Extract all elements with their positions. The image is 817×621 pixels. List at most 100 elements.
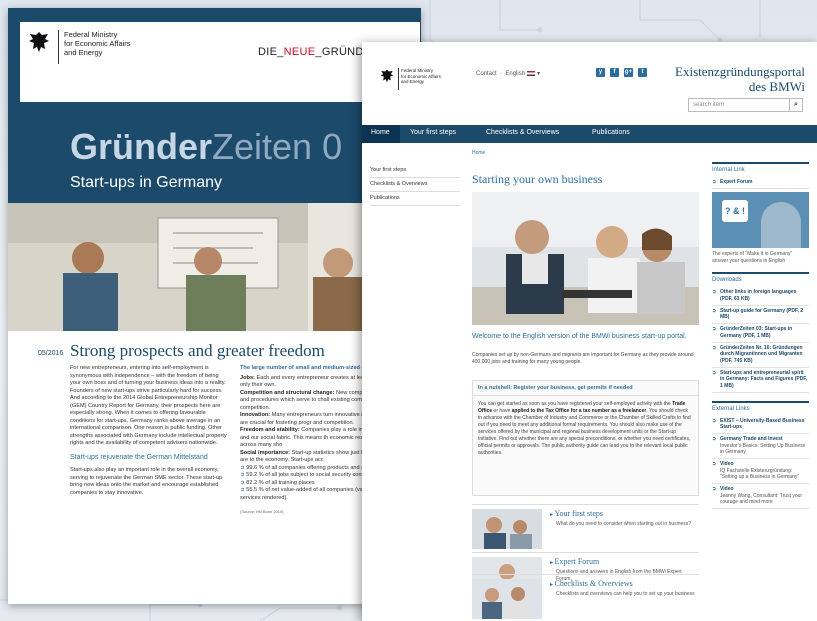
teaser-text: What do you need to consider when starti… [556,521,692,527]
sidebar-item-checklists[interactable]: Checklists & Overviews [370,178,460,192]
issue-date: 05/2016 [38,350,64,357]
article-column-1: For new entrepreneurs, entering into sel… [70,365,230,503]
main-navigation: Home Your first steps Checklists & Overv… [362,125,817,143]
right-sidebar: Internal Link Expert Forum ? & ! The exp… [712,162,809,517]
downloads-box: Downloads Other links in foreign languag… [712,272,809,393]
left-sidebar-nav: Your first steps Checklists & Overviews … [370,164,460,206]
portal-title-line-1: Existenzgründungsportal [675,64,805,79]
item-label: Competition and structural change: [240,389,335,396]
nutshell-heading: In a nutshell: Register your business, g… [473,381,698,396]
facebook-icon[interactable]: f [610,68,619,77]
teaser-image [472,579,542,619]
teaser-image [472,509,542,549]
search-input[interactable]: search item ⌕ [688,98,803,112]
contact-link[interactable]: Contact [476,71,497,77]
twitter-icon[interactable]: t [638,68,647,77]
teaser-checklists[interactable]: Checklists & Overviews Checklists and ov… [472,574,699,619]
hero-photo [472,192,699,325]
download-link[interactable]: GründerZeiten 03: Start-ups in Germany (… [712,324,809,344]
nav-item-first-steps[interactable]: Your first steps [410,129,456,136]
nav-item-checklists[interactable]: Checklists & Overviews [486,129,559,136]
nav-item-publications[interactable]: Publications [592,129,630,136]
item-label: Social importance: [240,449,291,456]
brand-highlight: NEUE [283,46,316,58]
external-link-subtitle: IQ Fachstelle Existenzgründung: "Setting… [720,467,800,480]
page-title: Starting your own business [472,172,603,186]
article-paragraph: For new entrepreneurs, entering into sel… [70,365,227,446]
external-link-title[interactable]: EXIST – University-Based Business Start-… [720,418,804,430]
item-label: Freedom and stability: [240,427,300,433]
download-link[interactable]: Other links in foreign languages (PDF, 6… [712,287,809,306]
sidebar-item-publications[interactable]: Publications [370,192,460,206]
article-paragraph: Start-ups also play an important role in… [70,467,223,496]
sidebar-link-expert-forum[interactable]: Expert Forum [712,177,809,190]
ministry-divider [58,30,62,64]
welcome-text: Companies set up by non-Germans and migr… [472,352,694,365]
federal-eagle-icon [29,32,49,52]
nav-item-home[interactable]: Home [371,129,390,136]
external-links-box: External Links EXIST – University-Based … [712,400,809,510]
article-subheading: Start-ups rejuvenate the German Mittelst… [70,453,208,461]
external-link-subtitle: Jeanny Wang, Consultant: Trust your cour… [720,492,803,505]
external-link[interactable]: EXIST – University-Based Business Start-… [712,416,809,435]
expert-forum-image[interactable]: ? & ! [712,192,809,249]
ministry-divider [398,68,399,90]
magazine-cover-photo [8,203,421,331]
portal-title: Existenzgründungsportal des BMWi [675,64,805,94]
magazine-document: Federal Ministry for Economic Affairs an… [8,8,421,604]
flag-icon [527,70,536,76]
nutshell-emphasis: applied to the Tax Office for a tax numb… [511,408,647,414]
external-link-subtitle: Investor's Basics: Setting Up Business i… [720,442,806,456]
breadcrumb[interactable]: Home [472,150,485,156]
sidebar-heading: External Links [712,405,750,412]
external-link-title[interactable]: Video [720,486,734,492]
expert-forum-badge: ? & ! [722,200,748,223]
sidebar-heading: Internal Link [712,167,745,173]
ministry-line-3: and Energy [401,79,425,84]
internal-link-box: Internal Link Expert Forum ? & ! The exp… [712,162,809,264]
article-heading: Strong prospects and greater freedom [70,341,325,360]
teaser-title[interactable]: Checklists & Overviews [550,579,633,588]
download-link[interactable]: Start-ups and entrepreneurial spirit in … [712,368,809,393]
external-link-title[interactable]: Video [720,461,734,467]
title-bold: Gründer [70,126,213,167]
external-link[interactable]: VideoIQ Fachstelle Existenzgründung: "Se… [712,459,809,485]
download-link[interactable]: GründerZeiten Nr. 16: Gründungen durch M… [712,343,809,368]
external-link[interactable]: VideoJeanny Wang, Consultant: Trust your… [712,484,809,510]
google-plus-icon[interactable]: g+ [624,68,633,77]
title-light: Zeiten 0 [212,126,343,167]
language-selector[interactable]: English [505,71,525,77]
portal-title-line-2: des BMWi [748,79,805,94]
chevron-down-icon[interactable]: ▾ [537,71,540,77]
item-label: Jobs: [240,374,255,381]
nutshell-text: You can get started as soon as you have … [473,396,698,462]
magazine-title: GründerZeiten 0 [70,126,342,168]
magazine-subtitle: Start-ups in Germany [70,174,223,191]
external-link-title[interactable]: Germany Trade and Invest [720,436,783,442]
welcome-heading: Welcome to the English version of the BM… [472,333,687,340]
youtube-icon[interactable]: y [596,68,605,77]
ministry-line-1: Federal Ministry [64,30,118,39]
teaser-title[interactable]: Expert Forum [550,557,600,566]
ministry-line-2: for Economic Affairs [64,39,131,48]
site-ministry-name: Federal Ministry for Economic Affairs an… [401,68,461,85]
brand-prefix: DIE_ [258,46,284,58]
federal-eagle-icon [380,69,394,83]
sidebar-heading: Downloads [712,277,742,284]
search-icon[interactable]: ⌕ [789,99,802,111]
item-label: Innovation: [240,412,271,418]
website-screenshot: Federal Ministry for Economic Affairs an… [362,42,817,621]
nutshell-text-part: or have [492,408,512,414]
nutshell-text-part: You can get started as soon as you have … [478,401,673,407]
utility-links: Contact · English ▾ [476,70,541,77]
teaser-text: Checklists and overviews can help you to… [556,591,695,597]
sidebar-item-first-steps[interactable]: Your first steps [370,164,460,178]
download-link[interactable]: Start-up guide for Germany (PDF, 2 MB) [712,306,809,325]
nutshell-text-part: . You should check in advance with the C… [478,408,691,456]
teaser-title[interactable]: Your first steps [550,509,604,518]
teaser-first-steps[interactable]: Your first steps What do you need to con… [472,504,699,549]
nutshell-box: In a nutshell: Register your business, g… [472,380,699,496]
ministry-line-3: and Energy [64,48,103,57]
ministry-name: Federal Ministry for Economic Affairs an… [64,30,154,57]
external-link[interactable]: Germany Trade and InvestInvestor's Basic… [712,434,809,460]
